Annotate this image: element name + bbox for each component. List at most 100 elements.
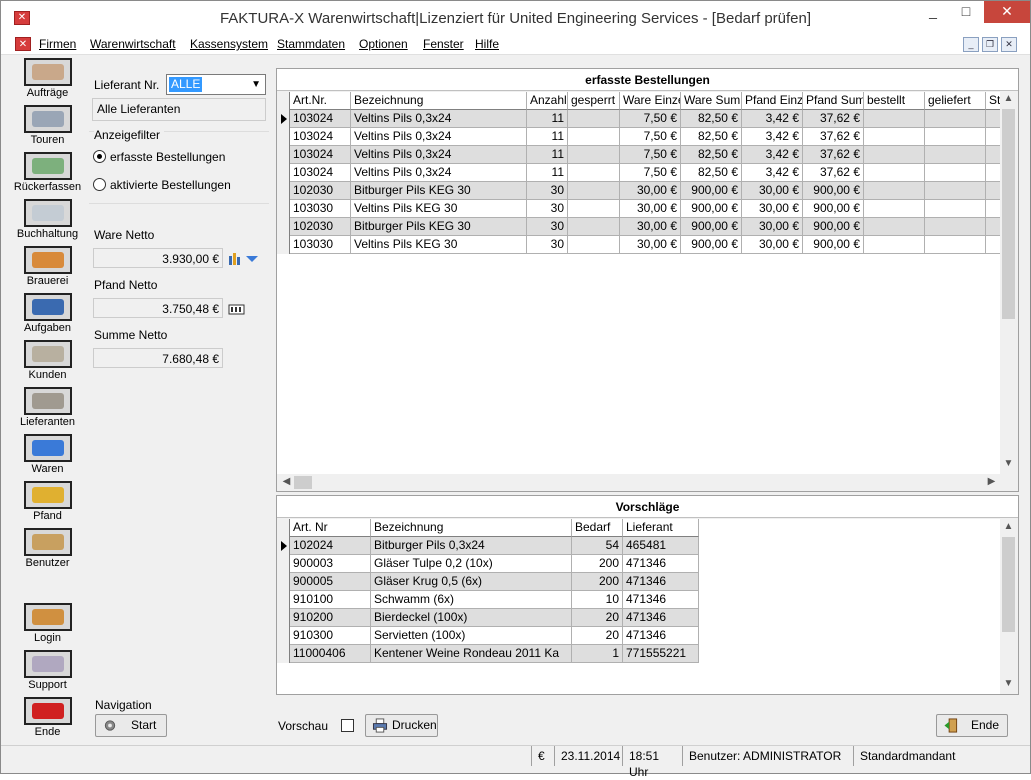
power-icon[interactable] (23, 697, 72, 725)
supplier-combobox[interactable]: ALLE ▼ (166, 74, 266, 95)
table-cell[interactable] (568, 200, 620, 218)
table-row[interactable]: 103024 Veltins Pils 0,3x24 11 7,50 €82,50 €… (277, 164, 1000, 182)
menu-stammdaten[interactable]: Stammdaten (277, 37, 345, 51)
goods-chart-icon[interactable] (228, 250, 260, 266)
table-cell[interactable]: Veltins Pils KEG 30 (351, 236, 527, 254)
table-cell[interactable]: 900,00 € (681, 182, 742, 200)
table-cell[interactable]: 102030 (290, 182, 351, 200)
table-cell[interactable]: 471346 (623, 627, 699, 645)
row-indicator[interactable] (277, 645, 290, 663)
table-cell[interactable]: 910200 (290, 609, 371, 627)
sidebar-item-touren[interactable]: Touren (11, 105, 84, 146)
chevron-down-icon[interactable]: ▼ (251, 79, 261, 90)
sidebar-item-waren[interactable]: Waren (11, 434, 84, 475)
table-cell[interactable] (986, 146, 1000, 164)
tasks-icon[interactable] (23, 293, 72, 321)
row-indicator[interactable] (277, 164, 290, 182)
column-header[interactable]: Anzahl (527, 92, 568, 110)
table-cell[interactable] (568, 218, 620, 236)
table-cell[interactable]: 82,50 € (681, 110, 742, 128)
table-cell[interactable]: Veltins Pils 0,3x24 (351, 128, 527, 146)
table-cell[interactable] (925, 128, 986, 146)
table-cell[interactable]: Schwamm (6x) (371, 591, 572, 609)
table-cell[interactable]: 102030 (290, 218, 351, 236)
column-header[interactable]: gesperrt (568, 92, 620, 110)
suppliers-icon[interactable] (23, 387, 72, 415)
key-icon[interactable] (23, 603, 72, 631)
table-cell[interactable]: 471346 (623, 609, 699, 627)
table-cell[interactable]: 20 (572, 627, 623, 645)
sidebar-item-ende[interactable]: Ende (11, 697, 84, 738)
scroll-left-icon[interactable]: ◀ (278, 476, 295, 487)
table-cell[interactable] (568, 182, 620, 200)
radio-captured-orders[interactable]: erfasste Bestellungen (93, 150, 225, 164)
handshake-icon[interactable] (23, 650, 72, 678)
table-cell[interactable]: 1 (572, 645, 623, 663)
mdi-minimize-button[interactable]: _ (963, 37, 979, 52)
row-pointer-icon[interactable] (277, 537, 290, 555)
table-cell[interactable]: 900,00 € (681, 218, 742, 236)
table-cell[interactable]: 20 (572, 609, 623, 627)
crate-icon[interactable] (228, 303, 246, 315)
column-header[interactable]: St (986, 92, 1000, 110)
table-cell[interactable]: Bitburger Pils KEG 30 (351, 218, 527, 236)
table-cell[interactable]: 30 (527, 236, 568, 254)
table-cell[interactable]: 900,00 € (681, 236, 742, 254)
truck-icon[interactable] (23, 105, 72, 133)
table-cell[interactable]: 900,00 € (803, 236, 864, 254)
suggestions-grid[interactable]: Art. Nr Bezeichnung Bedarf Lieferant 102024 B… (277, 519, 1000, 694)
table-cell[interactable]: Gläser Krug 0,5 (6x) (371, 573, 572, 591)
row-indicator[interactable] (277, 591, 290, 609)
table-cell[interactable]: 200 (572, 555, 623, 573)
table-cell[interactable]: 30,00 € (742, 182, 803, 200)
table-cell[interactable]: 11000406 (290, 645, 371, 663)
table-cell[interactable]: Veltins Pils 0,3x24 (351, 110, 527, 128)
table-cell[interactable]: Bitburger Pils 0,3x24 (371, 537, 572, 555)
table-cell[interactable] (568, 146, 620, 164)
table-cell[interactable]: 3,42 € (742, 164, 803, 182)
column-header[interactable]: Art. Nr (290, 519, 371, 537)
table-cell[interactable]: 103024 (290, 128, 351, 146)
table-cell[interactable]: 82,50 € (681, 128, 742, 146)
table-cell[interactable] (925, 182, 986, 200)
table-cell[interactable]: 10 (572, 591, 623, 609)
start-button[interactable]: Start (95, 714, 167, 737)
table-cell[interactable]: 3,42 € (742, 110, 803, 128)
table-cell[interactable]: 471346 (623, 555, 699, 573)
deposit-icon[interactable] (23, 481, 72, 509)
radio-empty-icon[interactable] (93, 178, 106, 191)
table-cell[interactable]: 37,62 € (803, 164, 864, 182)
sidebar-item-lieferanten[interactable]: Lieferanten (11, 387, 84, 428)
table-cell[interactable]: 37,62 € (803, 128, 864, 146)
column-header[interactable]: Lieferant (623, 519, 699, 537)
table-cell[interactable]: 103030 (290, 236, 351, 254)
table-cell[interactable]: 30,00 € (742, 200, 803, 218)
table-cell[interactable]: 900,00 € (803, 218, 864, 236)
row-indicator[interactable] (277, 573, 290, 591)
table-cell[interactable] (986, 236, 1000, 254)
scroll-up-icon[interactable]: ▲ (1000, 93, 1017, 104)
table-cell[interactable] (864, 164, 925, 182)
radio-activated-orders[interactable]: aktivierte Bestellungen (93, 178, 231, 192)
row-indicator[interactable] (277, 218, 290, 236)
table-cell[interactable]: 30,00 € (620, 236, 681, 254)
menu-optionen[interactable]: Optionen (359, 37, 408, 51)
sidebar-item-support[interactable]: Support (11, 650, 84, 691)
table-cell[interactable]: 471346 (623, 573, 699, 591)
sidebar-item-aufgaben[interactable]: Aufgaben (11, 293, 84, 334)
table-row[interactable]: 102030 Bitburger Pils KEG 30 30 30,00 €900,… (277, 218, 1000, 236)
table-row[interactable]: 103030 Veltins Pils KEG 30 30 30,00 €900,00… (277, 236, 1000, 254)
row-indicator[interactable] (277, 146, 290, 164)
table-cell[interactable]: 3,42 € (742, 146, 803, 164)
row-pointer-icon[interactable] (277, 110, 290, 128)
orders-vertical-scrollbar[interactable]: ▲ ▼ (1000, 92, 1017, 474)
table-cell[interactable]: 900,00 € (803, 200, 864, 218)
row-indicator[interactable] (277, 128, 290, 146)
sidebar-item-pfand[interactable]: Pfand (11, 481, 84, 522)
table-row[interactable]: 102024 Bitburger Pils 0,3x24 54 465481 (277, 537, 1000, 555)
minimize-button[interactable]: _ (916, 1, 950, 23)
table-cell[interactable]: Bierdeckel (100x) (371, 609, 572, 627)
table-cell[interactable]: 82,50 € (681, 146, 742, 164)
table-cell[interactable]: Servietten (100x) (371, 627, 572, 645)
table-cell[interactable] (568, 128, 620, 146)
